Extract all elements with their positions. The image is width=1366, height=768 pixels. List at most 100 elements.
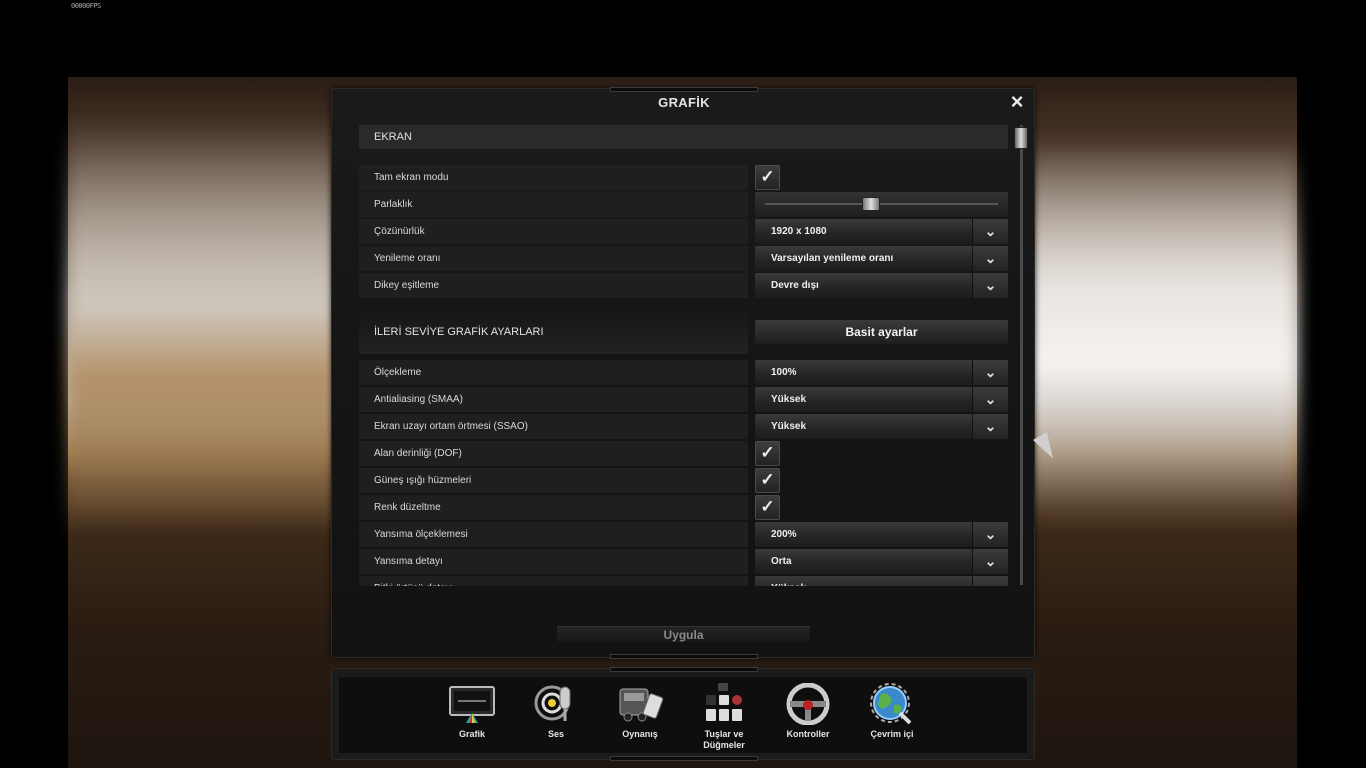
dropdown-value: Orta <box>771 556 792 567</box>
setting-dropdown[interactable]: Devre dışı ⌄ <box>755 273 1008 298</box>
nav-item-sound[interactable]: Ses <box>516 683 596 753</box>
setting-control: Yüksek ⌄ <box>755 576 1008 586</box>
nav-item-label: Tuşlar ve Düğmeler <box>703 729 745 750</box>
nav-item-keys-buttons[interactable]: Tuşlar ve Düğmeler <box>684 683 764 753</box>
dropdown-value: Yüksek <box>771 421 807 432</box>
setting-row: Çözünürlük 1920 x 1080 ⌄ <box>359 219 1009 244</box>
setting-row: Antialiasing (SMAA) Yüksek ⌄ <box>359 387 1009 412</box>
nav-item-controls[interactable]: Kontroller <box>768 682 848 753</box>
nav-item-graphics[interactable]: Grafik <box>432 683 512 753</box>
setting-dropdown[interactable]: 1920 x 1080 ⌄ <box>755 219 1008 244</box>
keyboard-icon <box>700 683 748 725</box>
chevron-down-icon[interactable]: ⌄ <box>972 387 1008 412</box>
dialog-title: GRAFİK <box>658 95 710 110</box>
monitor-icon <box>448 683 496 725</box>
slider-track <box>765 203 998 205</box>
setting-row: Güneş ışığı hüzmeleri ✓ <box>359 468 1009 493</box>
setting-dropdown[interactable]: Yüksek ⌄ <box>755 576 1008 586</box>
category-bar-inner: Grafik Ses Oynanış Tuşlar ve Düğmeler Ko… <box>339 677 1027 753</box>
chevron-down-icon[interactable]: ⌄ <box>972 549 1008 574</box>
setting-control: Yüksek ⌄ <box>755 387 1008 412</box>
setting-control: Yüksek ⌄ <box>755 414 1008 439</box>
steering-wheel-icon <box>784 682 832 726</box>
graphics-settings-dialog: GRAFİK × EKRAN Tam ekran modu ✓ Parlaklık Ç… <box>331 87 1035 659</box>
scrollbar-thumb[interactable] <box>1014 127 1028 149</box>
bar-bottom-notch <box>610 756 758 761</box>
setting-checkbox[interactable]: ✓ <box>755 441 780 466</box>
settings-list: EKRAN Tam ekran modu ✓ Parlaklık Çözünürlük… <box>359 125 1009 586</box>
setting-checkbox[interactable]: ✓ <box>755 495 780 520</box>
dropdown-value: Yüksek <box>771 394 807 405</box>
nav-item-label: Kontroller <box>786 729 830 739</box>
setting-control: Devre dışı ⌄ <box>755 273 1008 298</box>
setting-dropdown[interactable]: 100% ⌄ <box>755 360 1008 385</box>
setting-row: Parlaklık <box>359 192 1009 217</box>
setting-checkbox[interactable]: ✓ <box>755 165 780 190</box>
close-button[interactable]: × <box>1006 91 1028 113</box>
chevron-down-icon[interactable]: ⌄ <box>972 219 1008 244</box>
apply-button[interactable]: Uygula <box>557 626 810 642</box>
setting-row: Alan derinliği (DOF) ✓ <box>359 441 1009 466</box>
setting-control: 100% ⌄ <box>755 360 1008 385</box>
simple-settings-button[interactable]: Basit ayarlar <box>755 320 1008 344</box>
setting-control: Varsayılan yenileme oranı ⌄ <box>755 246 1008 271</box>
settings-category-bar: Grafik Ses Oynanış Tuşlar ve Düğmeler Ko… <box>331 667 1035 761</box>
setting-row: Ekran uzayı ortam örtmesi (SSAO) Yüksek ⌄ <box>359 414 1009 439</box>
microphone-icon <box>532 683 580 725</box>
setting-label: Dikey eşitleme <box>359 273 748 298</box>
setting-label: Ekran uzayı ortam örtmesi (SSAO) <box>359 414 748 439</box>
bar-top-notch <box>610 667 758 672</box>
dropdown-value: Yüksek <box>771 583 806 586</box>
dropdown-value: 200% <box>771 529 797 540</box>
setting-label: Güneş ışığı hüzmeleri <box>359 468 748 493</box>
setting-checkbox[interactable]: ✓ <box>755 468 780 493</box>
globe-icon <box>868 683 916 725</box>
chevron-down-icon[interactable]: ⌄ <box>972 246 1008 271</box>
chevron-down-icon[interactable]: ⌄ <box>972 273 1008 298</box>
section-header-screen: EKRAN <box>359 125 1008 149</box>
setting-label: Tam ekran modu <box>359 165 748 190</box>
setting-label: Alan derinliği (DOF) <box>359 441 748 466</box>
setting-control: ✓ <box>755 468 1008 493</box>
dropdown-value: 100% <box>771 367 797 378</box>
setting-label: Ölçekleme <box>359 360 748 385</box>
nav-item-online[interactable]: Çevrim içi <box>852 683 932 753</box>
chevron-down-icon[interactable]: ⌄ <box>972 360 1008 385</box>
setting-label: Yenileme oranı <box>359 246 748 271</box>
setting-row: Dikey eşitleme Devre dışı ⌄ <box>359 273 1009 298</box>
chevron-down-icon[interactable]: ⌄ <box>972 522 1008 547</box>
setting-dropdown[interactable]: Varsayılan yenileme oranı ⌄ <box>755 246 1008 271</box>
setting-control: ✓ <box>755 441 1008 466</box>
dropdown-value: 1920 x 1080 <box>771 226 827 237</box>
setting-label: Parlaklık <box>359 192 748 217</box>
setting-row: Ölçekleme 100% ⌄ <box>359 360 1009 385</box>
setting-dropdown[interactable]: Yüksek ⌄ <box>755 414 1008 439</box>
setting-control <box>755 192 1008 217</box>
nav-item-label: Oynanış <box>622 729 658 739</box>
fps-counter: 00000FPS <box>71 2 101 10</box>
brightness-slider[interactable] <box>755 192 1008 217</box>
chevron-down-icon[interactable]: ⌄ <box>972 414 1008 439</box>
nav-item-gameplay[interactable]: Oynanış <box>600 683 680 753</box>
setting-control: ✓ <box>755 165 1008 190</box>
chevron-down-icon[interactable]: ⌄ <box>972 576 1008 586</box>
setting-label: Yansıma detayı <box>359 549 748 574</box>
nav-item-label: Çevrim içi <box>870 729 914 739</box>
setting-label: Yansıma ölçeklemesi <box>359 522 748 547</box>
scrollbar-track[interactable] <box>1020 125 1023 585</box>
setting-row: Yansıma detayı Orta ⌄ <box>359 549 1009 574</box>
setting-control: Orta ⌄ <box>755 549 1008 574</box>
setting-dropdown[interactable]: Orta ⌄ <box>755 549 1008 574</box>
setting-label: Çözünürlük <box>359 219 748 244</box>
setting-dropdown[interactable]: Yüksek ⌄ <box>755 387 1008 412</box>
setting-row: Yansıma ölçeklemesi 200% ⌄ <box>359 522 1009 547</box>
setting-control: 200% ⌄ <box>755 522 1008 547</box>
setting-control: ✓ <box>755 495 1008 520</box>
setting-label: Antialiasing (SMAA) <box>359 387 748 412</box>
dropdown-value: Varsayılan yenileme oranı <box>771 253 894 264</box>
setting-dropdown[interactable]: 200% ⌄ <box>755 522 1008 547</box>
setting-row: Bitki örtüsü detayı Yüksek ⌄ <box>359 576 1009 586</box>
setting-control: 1920 x 1080 ⌄ <box>755 219 1008 244</box>
setting-label: Renk düzeltme <box>359 495 748 520</box>
slider-knob[interactable] <box>861 197 880 211</box>
